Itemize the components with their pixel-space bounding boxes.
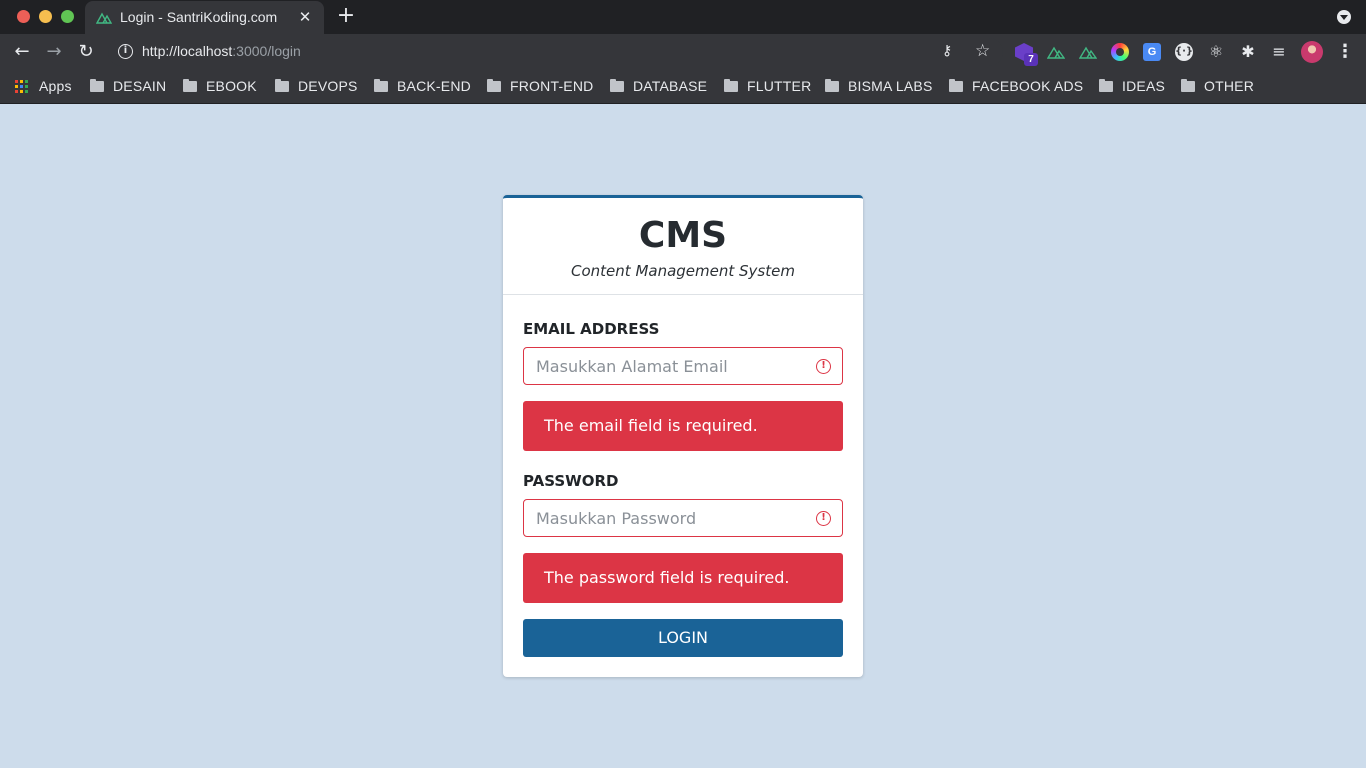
back-icon[interactable]: ← — [11, 41, 33, 63]
nuxt-devtools-icon[interactable] — [1047, 43, 1065, 61]
folder-icon — [90, 78, 104, 92]
bookmark-folder-bisma-labs[interactable]: BISMA LABS — [825, 76, 932, 96]
url-path: :3000/login — [232, 43, 301, 59]
folder-icon — [374, 78, 388, 92]
close-tab-icon[interactable]: ✕ — [296, 8, 314, 26]
maximize-window-button[interactable] — [61, 10, 74, 23]
nuxt-favicon-icon — [96, 12, 112, 24]
bookmark-folder-database[interactable]: DATABASE — [610, 76, 707, 96]
bookmark-label: EBOOK — [206, 78, 257, 94]
vue-devtools-icon[interactable] — [1079, 43, 1097, 61]
browser-chrome: Login - SantriKoding.com ✕ + ← → ↻ i htt… — [0, 0, 1366, 104]
bookmark-folder-ideas[interactable]: IDEAS — [1099, 76, 1165, 96]
bookmark-folder-facebook-ads[interactable]: FACEBOOK ADS — [949, 76, 1083, 96]
bookmark-label: FLUTTER — [747, 78, 812, 94]
url-text[interactable]: http://localhost:3000/login — [142, 43, 301, 59]
folder-icon — [949, 78, 963, 92]
password-field-wrapper: ! — [523, 499, 843, 537]
password-error-icon: ! — [816, 511, 831, 526]
email-error-alert: The email field is required. — [523, 401, 843, 451]
close-window-button[interactable] — [17, 10, 30, 23]
folder-icon — [724, 78, 738, 92]
bookmark-folder-devops[interactable]: DEVOPS — [275, 76, 358, 96]
new-tab-button[interactable]: + — [336, 5, 356, 27]
bookmark-folder-back-end[interactable]: BACK-END — [374, 76, 471, 96]
bookmark-folder-ebook[interactable]: EBOOK — [183, 76, 257, 96]
bookmark-label: BISMA LABS — [848, 78, 933, 94]
folder-icon — [275, 78, 289, 92]
bookmark-star-icon[interactable]: ☆ — [975, 41, 990, 61]
bookmark-label: DATABASE — [633, 78, 708, 94]
forward-icon[interactable]: → — [43, 41, 65, 63]
reload-icon[interactable]: ↻ — [75, 41, 97, 63]
bookmark-label: FRONT-END — [510, 78, 594, 94]
tab-search-icon[interactable] — [1337, 10, 1351, 24]
bookmark-label: OTHER — [1204, 78, 1254, 94]
bookmark-label: Apps — [39, 78, 72, 94]
login-button[interactable]: LOGIN — [523, 619, 843, 657]
menu-kebab-icon[interactable]: ⋮ — [1336, 41, 1354, 63]
app-subtitle: Content Management System — [571, 262, 795, 280]
folder-icon — [183, 78, 197, 92]
minimize-window-button[interactable] — [39, 10, 52, 23]
email-label: EMAIL ADDRESS — [523, 320, 660, 338]
address-bar[interactable]: i http://localhost:3000/login ⚷ ☆ — [108, 38, 1003, 66]
email-field[interactable] — [536, 356, 806, 376]
url-host: http://localhost — [142, 43, 233, 59]
password-key-icon[interactable]: ⚷ — [942, 43, 952, 59]
bookmark-folder-other[interactable]: OTHER — [1181, 76, 1254, 96]
folder-icon — [487, 78, 501, 92]
password-label: PASSWORD — [523, 472, 619, 490]
json-viewer-icon[interactable]: {·} — [1175, 43, 1193, 61]
app-title: CMS — [638, 215, 728, 256]
site-info-icon[interactable]: i — [118, 44, 133, 59]
bookmark-folder-front-end[interactable]: FRONT-END — [487, 76, 593, 96]
tab-login[interactable]: Login - SantriKoding.com ✕ — [85, 1, 324, 34]
bookmark-label: FACEBOOK ADS — [972, 78, 1084, 94]
bookmark-label: IDEAS — [1122, 78, 1166, 94]
chrome-divider — [0, 103, 1366, 104]
bookmark-folder-flutter[interactable]: FLUTTER — [724, 76, 811, 96]
email-error-icon: ! — [816, 359, 831, 374]
apps-grid-icon — [15, 79, 28, 93]
tab-title: Login - SantriKoding.com — [120, 9, 278, 25]
folder-icon — [1099, 78, 1113, 92]
folder-icon — [610, 78, 624, 92]
password-error-alert: The password field is required. — [523, 553, 843, 603]
extensions-puzzle-icon[interactable]: ✱ — [1239, 43, 1257, 61]
bookmark-label: DEVOPS — [298, 78, 358, 94]
bookmark-label: DESAIN — [113, 78, 167, 94]
folder-icon — [1181, 78, 1195, 92]
bookmark-apps[interactable]: Apps — [15, 76, 72, 96]
password-field[interactable] — [536, 508, 806, 528]
tab-strip: Login - SantriKoding.com ✕ + — [0, 0, 1366, 34]
bookmarks-bar: Apps DESAIN EBOOK DEVOPS BACK-END FRONT-… — [0, 72, 1366, 98]
translate-icon[interactable]: G — [1143, 43, 1161, 61]
react-devtools-icon[interactable]: ⚛ — [1207, 43, 1225, 61]
email-field-wrapper: ! — [523, 347, 843, 385]
media-control-icon[interactable]: ≡ — [1270, 43, 1288, 61]
card-header: CMS Content Management System — [503, 198, 863, 295]
login-card: CMS Content Management System EMAIL ADDR… — [503, 195, 863, 677]
bookmark-folder-desain[interactable]: DESAIN — [90, 76, 166, 96]
extension-badge: 7 — [1024, 53, 1038, 66]
folder-icon — [825, 78, 839, 92]
bookmark-label: BACK-END — [397, 78, 471, 94]
color-picker-icon[interactable] — [1111, 43, 1129, 61]
profile-avatar[interactable] — [1301, 41, 1323, 63]
